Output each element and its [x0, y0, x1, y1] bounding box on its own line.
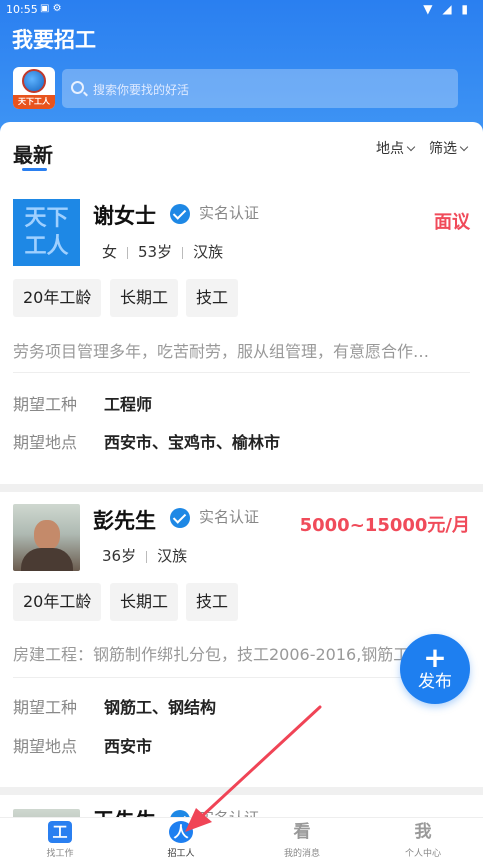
- annotation-arrow: [185, 705, 322, 832]
